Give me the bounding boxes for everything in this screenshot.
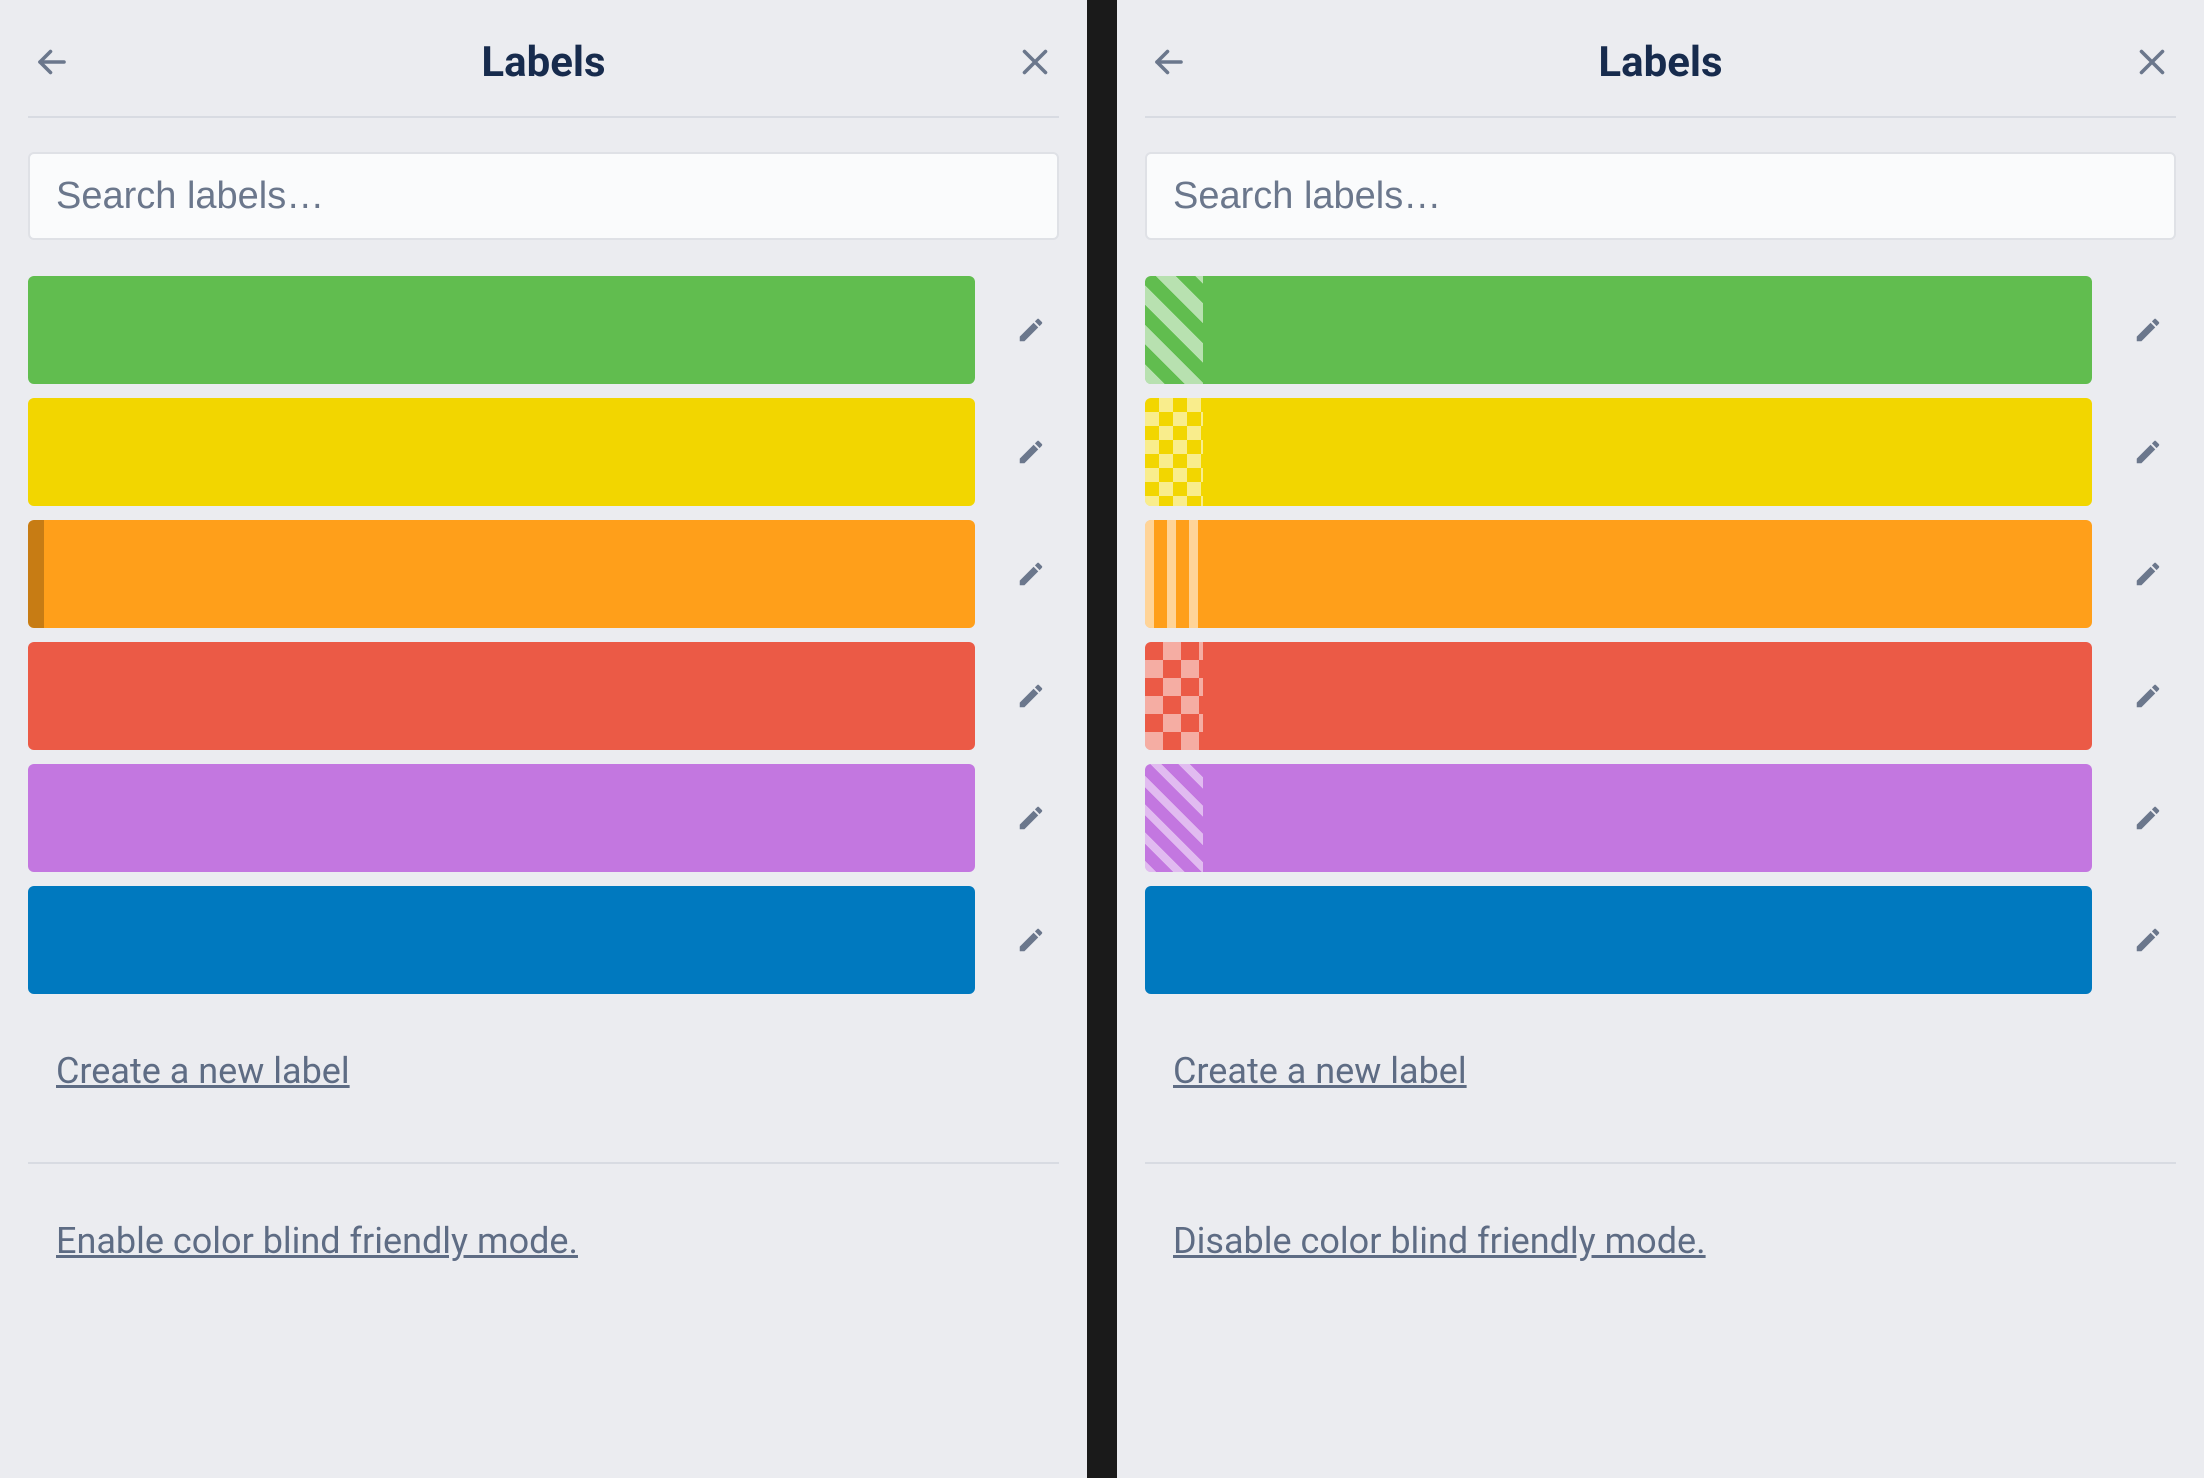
popover-title: Labels	[481, 38, 605, 87]
back-button[interactable]	[28, 38, 76, 86]
arrow-left-icon	[34, 44, 70, 80]
pattern-overlay	[1145, 276, 1203, 384]
label-row	[1145, 398, 2176, 506]
label-row	[1145, 276, 2176, 384]
label-row	[1145, 520, 2176, 628]
pattern-overlay	[1145, 520, 1203, 628]
label-row	[28, 520, 1059, 628]
pencil-icon	[1016, 559, 1046, 589]
edit-label-button[interactable]	[2120, 424, 2176, 480]
pencil-icon	[2133, 559, 2163, 589]
edit-label-button[interactable]	[1003, 302, 1059, 358]
create-label-link[interactable]: Create a new label	[1173, 1050, 2176, 1092]
search-container	[28, 152, 1059, 240]
pattern-overlay	[1145, 886, 1203, 994]
edit-label-button[interactable]	[2120, 790, 2176, 846]
close-button[interactable]	[1011, 38, 1059, 86]
pencil-icon	[1016, 437, 1046, 467]
pencil-icon	[1016, 315, 1046, 345]
pencil-icon	[2133, 803, 2163, 833]
labels-popover-left: Labels Crea	[0, 0, 1087, 1478]
color-blind-mode-toggle[interactable]: Enable color blind friendly mode.	[56, 1220, 578, 1262]
labels-list	[1145, 276, 2176, 994]
header-divider	[1145, 116, 2176, 118]
edit-label-button[interactable]	[1003, 912, 1059, 968]
edit-label-button[interactable]	[2120, 302, 2176, 358]
pencil-icon	[2133, 315, 2163, 345]
label-blue[interactable]	[28, 886, 975, 994]
pattern-overlay	[1145, 398, 1203, 506]
label-row	[28, 886, 1059, 994]
create-label-link[interactable]: Create a new label	[56, 1050, 1059, 1092]
label-purple[interactable]	[28, 764, 975, 872]
mode-toggle-container: Disable color blind friendly mode.	[1173, 1220, 2176, 1262]
label-green[interactable]	[28, 276, 975, 384]
section-divider	[1145, 1162, 2176, 1164]
close-icon	[1017, 44, 1053, 80]
arrow-left-icon	[1151, 44, 1187, 80]
color-blind-mode-toggle[interactable]: Disable color blind friendly mode.	[1173, 1220, 1706, 1262]
mode-toggle-container: Enable color blind friendly mode.	[56, 1220, 1059, 1262]
popover-header: Labels	[1145, 22, 2176, 102]
label-row	[1145, 764, 2176, 872]
label-row	[28, 642, 1059, 750]
pencil-icon	[2133, 681, 2163, 711]
label-red[interactable]	[1145, 642, 2092, 750]
edit-label-button[interactable]	[1003, 546, 1059, 602]
search-container	[1145, 152, 2176, 240]
label-row	[28, 276, 1059, 384]
label-yellow[interactable]	[1145, 398, 2092, 506]
close-button[interactable]	[2128, 38, 2176, 86]
pencil-icon	[2133, 437, 2163, 467]
label-row	[1145, 642, 2176, 750]
search-input[interactable]	[1145, 152, 2176, 240]
label-row	[28, 398, 1059, 506]
label-row	[1145, 886, 2176, 994]
popover-header: Labels	[28, 22, 1059, 102]
label-blue[interactable]	[1145, 886, 2092, 994]
section-divider	[28, 1162, 1059, 1164]
labels-list	[28, 276, 1059, 994]
edit-label-button[interactable]	[2120, 912, 2176, 968]
close-icon	[2134, 44, 2170, 80]
edit-label-button[interactable]	[1003, 790, 1059, 846]
edit-label-button[interactable]	[2120, 546, 2176, 602]
pencil-icon	[1016, 681, 1046, 711]
back-button[interactable]	[1145, 38, 1193, 86]
label-orange[interactable]	[28, 520, 975, 628]
label-row	[28, 764, 1059, 872]
edit-label-button[interactable]	[1003, 424, 1059, 480]
label-yellow[interactable]	[28, 398, 975, 506]
label-red[interactable]	[28, 642, 975, 750]
pattern-overlay	[1145, 642, 1203, 750]
edit-label-button[interactable]	[1003, 668, 1059, 724]
search-input[interactable]	[28, 152, 1059, 240]
panel-divider	[1087, 0, 1117, 1478]
popover-title: Labels	[1598, 38, 1722, 87]
header-divider	[28, 116, 1059, 118]
label-orange[interactable]	[1145, 520, 2092, 628]
edit-label-button[interactable]	[2120, 668, 2176, 724]
pencil-icon	[1016, 803, 1046, 833]
label-purple[interactable]	[1145, 764, 2092, 872]
pencil-icon	[1016, 925, 1046, 955]
label-green[interactable]	[1145, 276, 2092, 384]
pattern-overlay	[1145, 764, 1203, 872]
pencil-icon	[2133, 925, 2163, 955]
labels-popover-right: Labels Crea	[1117, 0, 2204, 1478]
